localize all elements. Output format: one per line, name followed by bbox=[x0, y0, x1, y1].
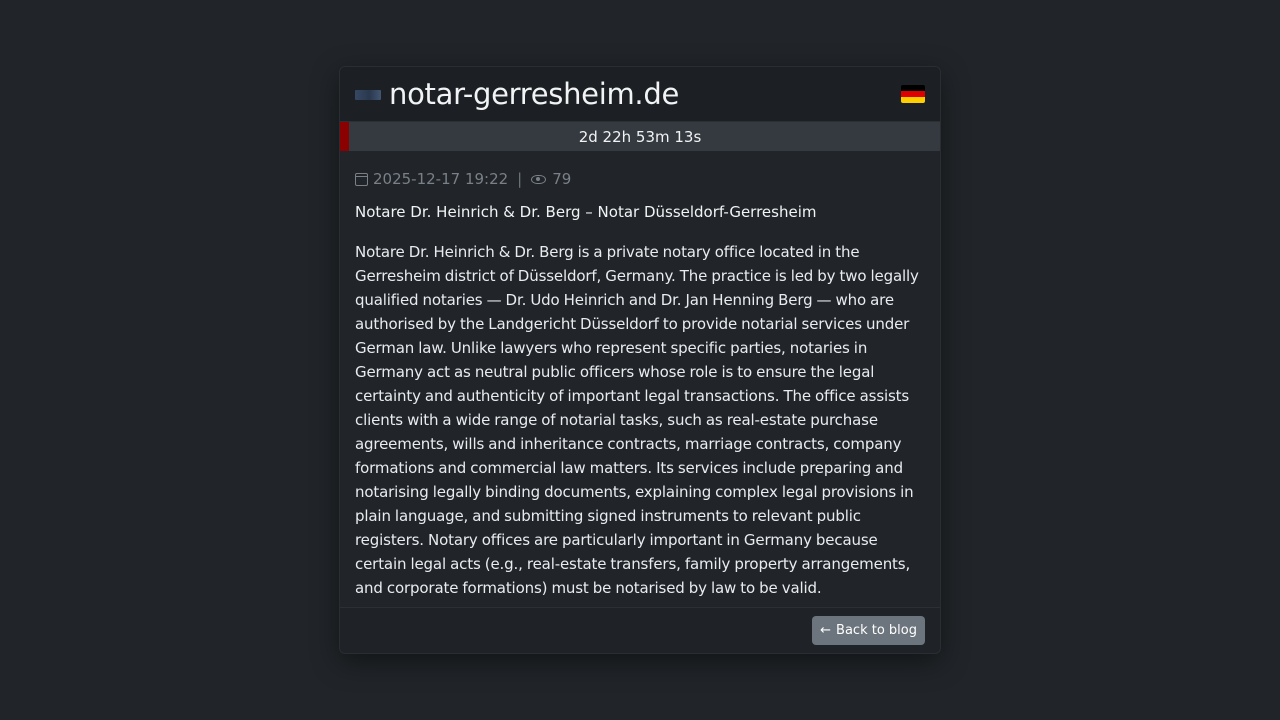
eye-icon bbox=[531, 174, 547, 184]
countdown-accent bbox=[340, 122, 349, 151]
post-title: Notare Dr. Heinrich & Dr. Berg – Notar D… bbox=[355, 203, 817, 221]
card-header: notar-gerresheim.de bbox=[340, 67, 940, 122]
countdown-bar: 2d 22h 53m 13s bbox=[340, 122, 940, 151]
arrow-left-icon: ← bbox=[820, 623, 832, 638]
germany-flag-icon bbox=[901, 85, 925, 103]
card-body: 2025-12-17 19:22 | 79 Notare Dr. Heinric… bbox=[340, 151, 940, 607]
post-card: notar-gerresheim.de 2d 22h 53m 13s 2025-… bbox=[339, 66, 941, 654]
post-body: Notare Dr. Heinrich & Dr. Berg is a priv… bbox=[355, 243, 919, 597]
card-footer: ← Back to blog bbox=[340, 607, 940, 653]
back-to-blog-button[interactable]: ← Back to blog bbox=[812, 616, 925, 645]
view-count: 79 bbox=[552, 170, 572, 188]
back-to-blog-label: Back to blog bbox=[836, 623, 917, 638]
site-title: notar-gerresheim.de bbox=[389, 76, 679, 111]
post-meta: 2025-12-17 19:22 | 79 bbox=[355, 169, 925, 189]
meta-separator: | bbox=[517, 170, 523, 188]
calendar-icon bbox=[355, 172, 368, 186]
site-favicon-icon bbox=[355, 90, 381, 100]
countdown-text: 2d 22h 53m 13s bbox=[578, 127, 702, 146]
post-date: 2025-12-17 19:22 bbox=[373, 170, 509, 188]
